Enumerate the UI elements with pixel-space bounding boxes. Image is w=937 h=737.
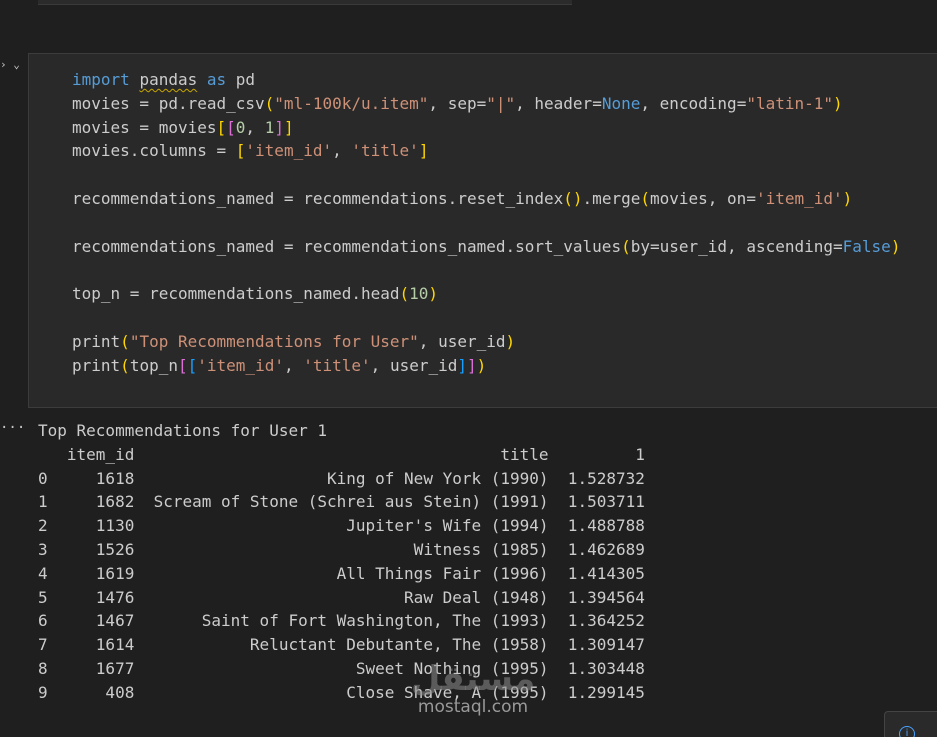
code-line: movies = pd.read_csv("ml-100k/u.item", s… bbox=[72, 93, 843, 113]
code-editor[interactable]: import pandas as pd movies = pd.read_csv(… bbox=[72, 68, 900, 377]
notification-toast[interactable]: i bbox=[884, 711, 937, 737]
notebook-editor: › ⌄ import pandas as pd movies = pd.read_… bbox=[0, 0, 937, 737]
dataframe-row: 3 1526 Witness (1985) 1.462689 bbox=[38, 539, 645, 559]
dataframe-row: 2 1130 Jupiter's Wife (1994) 1.488788 bbox=[38, 516, 645, 536]
code-line: movies.columns = ['item_id', 'title'] bbox=[72, 141, 429, 161]
mostaql-watermark: مستقل mostaql.com bbox=[408, 660, 538, 724]
cell-output: Top Recommendations for User 1 item_id t… bbox=[38, 419, 645, 705]
dataframe-row: 6 1467 Saint of Fort Washington, The (19… bbox=[38, 611, 645, 631]
info-icon: i bbox=[899, 726, 915, 737]
output-heading: Top Recommendations for User 1 bbox=[38, 421, 327, 440]
code-line: print("Top Recommendations for User", us… bbox=[72, 331, 516, 351]
dataframe-row: 1 1682 Scream of Stone (Schrei aus Stein… bbox=[38, 492, 645, 512]
previous-cell[interactable] bbox=[38, 0, 572, 5]
watermark-url: mostaql.com bbox=[417, 697, 529, 717]
watermark-logo: مستقل bbox=[410, 659, 536, 699]
dataframe-row: 0 1618 King of New York (1990) 1.528732 bbox=[38, 468, 645, 488]
chevron-icon: › ⌄ bbox=[0, 58, 20, 71]
dataframe-row: 5 1476 Raw Deal (1948) 1.394564 bbox=[38, 587, 645, 607]
dataframe-row: 8 1677 Sweet Nothing (1995) 1.303448 bbox=[38, 658, 645, 678]
dataframe-row: 7 1614 Reluctant Debutante, The (1958) 1… bbox=[38, 635, 645, 655]
code-line: import pandas as pd bbox=[72, 70, 256, 89]
output-menu-ellipsis[interactable]: ··· bbox=[0, 420, 25, 436]
code-line: print(top_n[['item_id', 'title', user_id… bbox=[72, 355, 487, 375]
dataframe-header: item_id title 1 bbox=[38, 444, 645, 464]
dataframe-row: 9 408 Close Shave, A (1995) 1.299145 bbox=[38, 682, 645, 702]
code-line: recommendations_named = recommendations_… bbox=[72, 236, 901, 256]
cell-collapse-toggle[interactable]: › ⌄ bbox=[0, 58, 26, 74]
code-line: movies = movies[[0, 1]] bbox=[72, 117, 294, 137]
dataframe-row: 4 1619 All Things Fair (1996) 1.414305 bbox=[38, 563, 645, 583]
code-line: top_n = recommendations_named.head(10) bbox=[72, 284, 439, 304]
code-line: recommendations_named = recommendations.… bbox=[72, 188, 853, 208]
code-cell[interactable]: import pandas as pd movies = pd.read_csv(… bbox=[28, 53, 937, 408]
